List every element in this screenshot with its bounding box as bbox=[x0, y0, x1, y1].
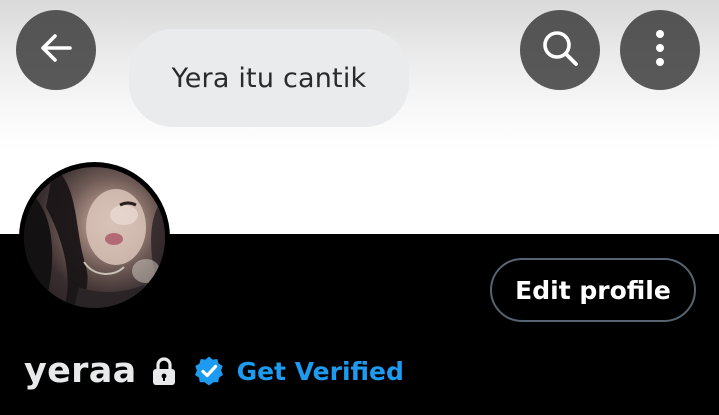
get-verified-link[interactable]: Get Verified bbox=[237, 357, 404, 386]
more-vertical-icon bbox=[654, 28, 666, 73]
display-name: yeraa bbox=[24, 351, 137, 391]
lock-icon bbox=[151, 356, 177, 386]
avatar[interactable] bbox=[19, 162, 170, 313]
search-icon bbox=[539, 27, 581, 74]
avatar-photo bbox=[24, 167, 165, 308]
edit-profile-button[interactable]: Edit profile bbox=[490, 258, 696, 322]
verified-badge-icon[interactable] bbox=[193, 355, 225, 387]
back-button[interactable] bbox=[16, 10, 96, 90]
profile-name-row: yeraa Get Verified bbox=[24, 346, 404, 396]
more-options-button[interactable] bbox=[620, 10, 700, 90]
banner-chat-bubble: Yera itu cantik bbox=[129, 29, 409, 127]
arrow-left-icon bbox=[36, 28, 76, 73]
banner-bubble-text: Yera itu cantik bbox=[171, 62, 367, 94]
search-button[interactable] bbox=[520, 10, 600, 90]
profile-screen: Yera itu cantik Edit profile yeraa Get V… bbox=[0, 0, 719, 415]
